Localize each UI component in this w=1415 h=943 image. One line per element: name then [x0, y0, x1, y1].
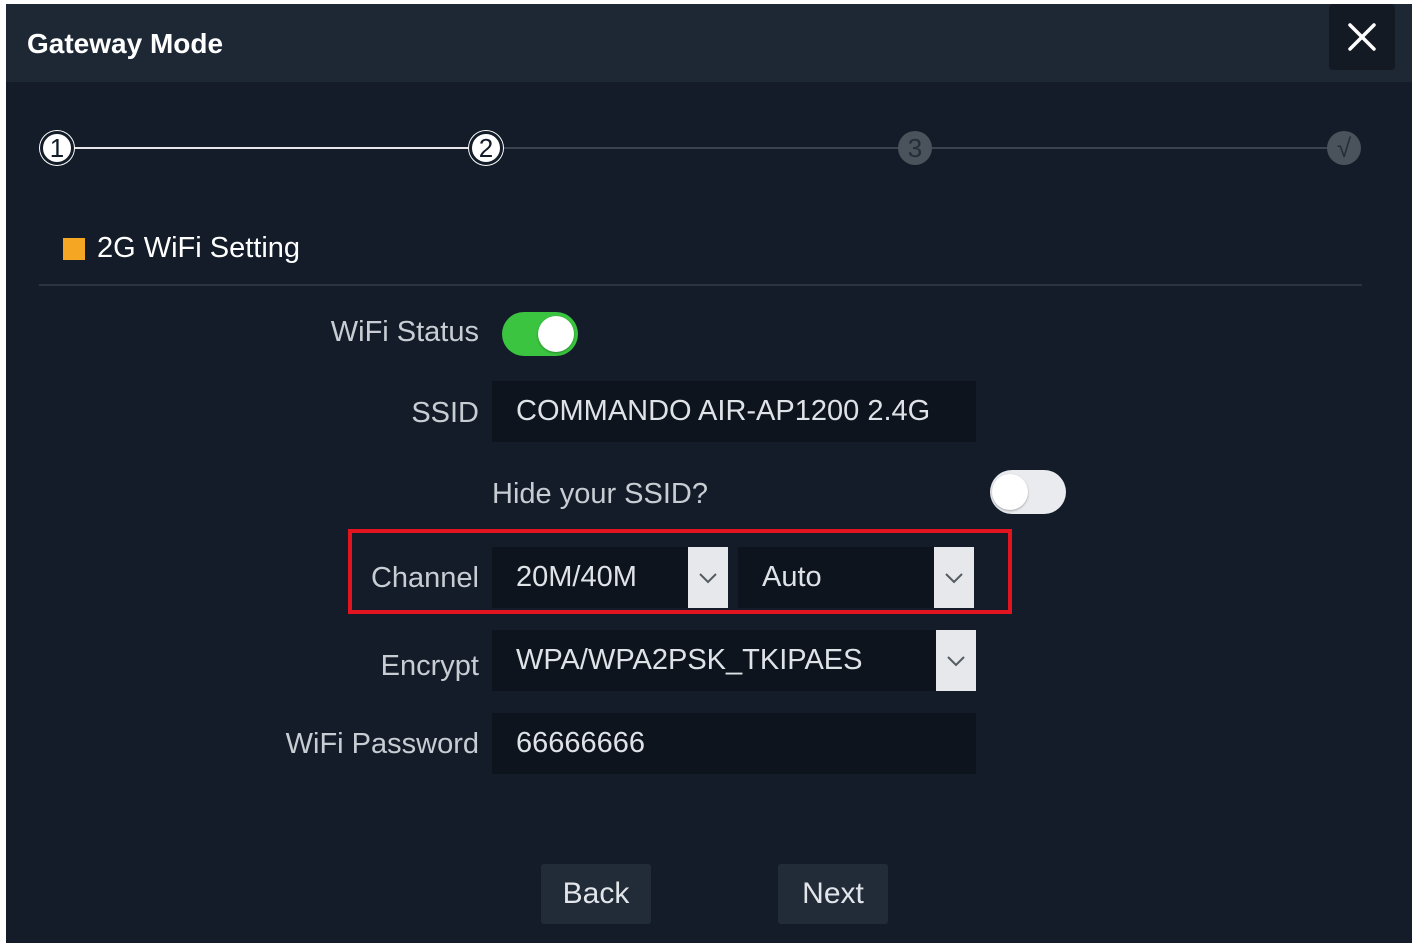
hide-ssid-label: Hide your SSID?	[492, 478, 708, 510]
encrypt-label: Encrypt	[380, 650, 479, 682]
step-line-2-3	[503, 147, 899, 149]
step-line-1-2	[74, 147, 470, 149]
section-divider	[39, 284, 1362, 286]
close-button[interactable]	[1329, 4, 1395, 70]
channel-highlight-box	[348, 529, 1012, 614]
encrypt-dropdown-button[interactable]	[936, 630, 976, 691]
step-2: 2	[469, 131, 503, 165]
chevron-down-icon	[947, 655, 965, 666]
section-title: 2G WiFi Setting	[97, 232, 301, 264]
section-marker-icon	[63, 237, 85, 260]
next-button[interactable]: Next	[778, 864, 888, 924]
toggle-knob	[992, 474, 1028, 510]
step-finish: √	[1327, 131, 1361, 165]
ssid-input[interactable]: COMMANDO AIR-AP1200 2.4G	[492, 381, 976, 442]
section-header: 2G WiFi Setting	[63, 232, 300, 265]
back-button[interactable]: Back	[541, 864, 651, 924]
dialog-titlebar: Gateway Mode	[6, 4, 1412, 82]
ssid-value: COMMANDO AIR-AP1200 2.4G	[516, 395, 931, 427]
encrypt-select[interactable]: WPA/WPA2PSK_TKIPAES	[492, 630, 976, 691]
wifi-status-label: WiFi Status	[330, 316, 479, 348]
wifi-password-input[interactable]: 66666666	[492, 713, 976, 774]
gateway-mode-dialog: Gateway Mode 1 2 3 √ 2G WiFi Setting WiF…	[6, 4, 1412, 943]
toggle-knob	[538, 316, 574, 352]
dialog-title: Gateway Mode	[27, 28, 224, 59]
step-line-3-4	[932, 147, 1328, 149]
step-3: 3	[898, 131, 932, 165]
encrypt-value: WPA/WPA2PSK_TKIPAES	[516, 644, 863, 676]
step-1: 1	[40, 131, 74, 165]
wifi-password-label: WiFi Password	[285, 728, 479, 760]
close-icon	[1348, 23, 1376, 51]
hide-ssid-toggle[interactable]	[990, 470, 1066, 514]
wizard-stepper: 1 2 3 √	[6, 124, 1412, 174]
wifi-password-value: 66666666	[516, 727, 646, 759]
wifi-status-toggle[interactable]	[502, 312, 578, 356]
ssid-label: SSID	[411, 397, 479, 429]
